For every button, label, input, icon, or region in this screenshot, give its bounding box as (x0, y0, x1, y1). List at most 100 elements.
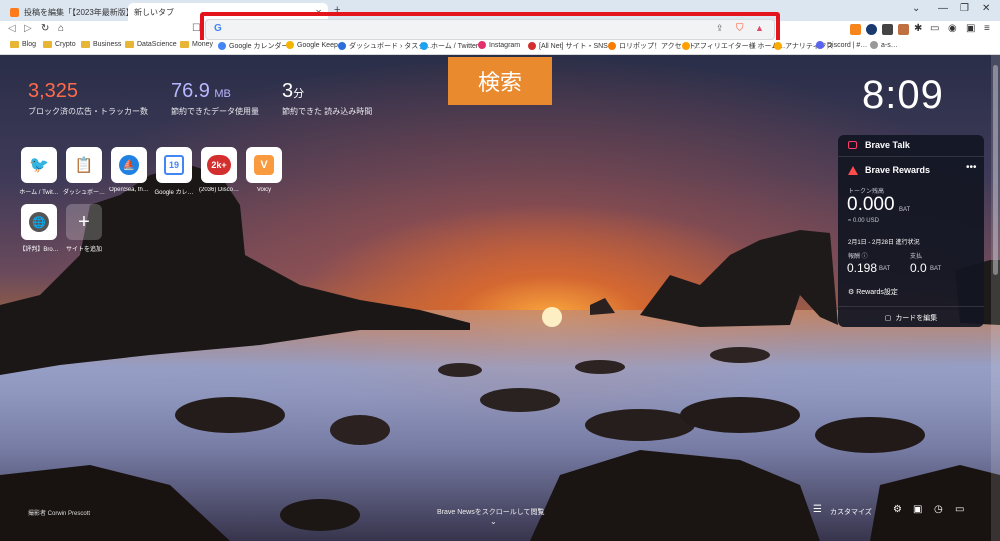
clock: 8:09 (862, 73, 944, 117)
brave-talk-title: Brave Talk (865, 140, 910, 150)
video-camera-icon (848, 141, 857, 149)
forward-button[interactable]: ▷ (24, 23, 32, 34)
sidebar-icon[interactable]: ▭ (930, 23, 939, 34)
top-site-label: 【評判】Bro… (19, 247, 59, 253)
tab-search-icon[interactable]: ⌄ (912, 3, 920, 14)
edit-icon: ▢ (884, 314, 892, 322)
bookmark-folder-datascience[interactable]: DataScience (125, 41, 177, 48)
payout-value: 0.0 (910, 261, 927, 275)
reward-unit: BAT (879, 266, 891, 272)
customize-button[interactable]: カスタマイズ (830, 507, 872, 517)
scrollbar[interactable] (991, 55, 1000, 541)
search-badge: 検索 (448, 57, 552, 105)
top-site-dashboard[interactable]: 📋 (66, 147, 102, 183)
home-button[interactable]: ⌂ (58, 23, 64, 34)
bookmark-folder-blog[interactable]: Blog (10, 41, 36, 48)
bookmark-allnet[interactable]: [All Net] サイト・SNS… (528, 41, 615, 51)
back-button[interactable]: ◁ (8, 23, 16, 34)
payout-label: 支払 (910, 254, 923, 260)
bookmark-as[interactable]: a-s… (870, 41, 898, 49)
bookmark-google-keep[interactable]: Google Keep (286, 41, 338, 49)
bookmark-google-calendar[interactable]: Google カレンダー (218, 41, 289, 51)
token-balance: 0.000 (847, 194, 895, 215)
bookmark-affiliate[interactable]: アフィリエイター様 ホーム… (682, 41, 785, 51)
tab-edit-post[interactable]: 投稿を編集「【2023年最新版】使うだけで… (4, 3, 128, 21)
shield-ext-icon[interactable] (866, 24, 877, 35)
stat-value: 3,325 (28, 80, 79, 102)
bookmark-instagram[interactable]: Instagram (478, 41, 520, 49)
top-site-review[interactable]: 🌐 (21, 204, 57, 240)
top-site-discord[interactable]: 2k+ (201, 147, 237, 183)
widget-cards: Brave Talk Brave Rewards ••• トークン残高 0.00… (838, 135, 984, 327)
bookmark-folder-money[interactable]: Money (180, 41, 213, 48)
more-options-icon[interactable]: ••• (966, 162, 977, 173)
metamask-icon[interactable] (850, 24, 861, 35)
top-site-voicy[interactable]: V (246, 147, 282, 183)
profile-icon[interactable]: ◉ (948, 23, 957, 34)
bookmarks-icon[interactable]: ▣ (913, 504, 922, 515)
opensea-icon: ⛵ (119, 155, 139, 175)
site-icon (870, 41, 878, 49)
twitter-icon (420, 42, 428, 50)
stat-time-saved: 3分 節約できた 読み込み時間 (282, 80, 372, 117)
twitter-icon: 🐦 (29, 157, 49, 174)
stat-value: 3 (282, 80, 294, 102)
brave-news-hint[interactable]: Brave Newsをスクロールして閲覧 (437, 507, 545, 517)
edit-cards-button[interactable]: ▢ カードを編集 (838, 306, 984, 328)
folder-icon (10, 41, 19, 48)
top-site-label: (2036) Disco… (198, 187, 239, 193)
folder-icon (43, 41, 52, 48)
minimize-button[interactable]: — (938, 3, 948, 14)
tab-title: 新しいタブ (134, 7, 174, 17)
voicy-icon: V (254, 155, 274, 175)
top-site-label: ダッシュボー… (62, 190, 105, 196)
top-site-label: OpenSea, th… (109, 187, 149, 193)
bookmark-discord[interactable]: Discord | #… (816, 41, 867, 49)
add-icon: + (78, 210, 90, 233)
payout-unit: BAT (930, 266, 942, 272)
stat-unit: MB (214, 88, 231, 100)
top-site-label: サイトを追加 (65, 247, 102, 253)
globe-icon: 🌐 (29, 212, 49, 232)
bookmark-twitter[interactable]: ホーム / Twitter (420, 41, 478, 51)
extension-icon[interactable] (882, 24, 893, 35)
wallet-icon[interactable]: ▣ (966, 23, 975, 34)
maximize-button[interactable]: ❐ (960, 3, 969, 14)
top-site-label: ホーム / Twit… (19, 190, 59, 196)
folder-icon (180, 41, 189, 48)
bookmark-folder-business[interactable]: Business (81, 41, 121, 48)
settings-icon[interactable]: ⚙ (893, 504, 902, 515)
rewards-settings-link[interactable]: ⚙ Rewards設定 (848, 287, 898, 297)
scrollbar-thumb[interactable] (993, 65, 998, 275)
top-site-label: Google カレ… (154, 190, 194, 196)
top-site-opensea[interactable]: ⛵ (111, 147, 147, 183)
chevron-down-icon[interactable]: ⌄ (490, 517, 497, 526)
allnet-icon (528, 42, 536, 50)
stat-bandwidth-saved: 76.9 MB 節約できたデータ使用量 (171, 80, 259, 117)
top-site-twitter[interactable]: 🐦 (21, 147, 57, 183)
reload-button[interactable]: ↻ (41, 23, 49, 34)
folder-icon (125, 41, 134, 48)
pocket-icon[interactable] (898, 24, 909, 35)
customize-icon[interactable]: ☰ (813, 504, 822, 515)
calendar-icon (218, 42, 226, 50)
brave-rewards-title: Brave Rewards (865, 165, 931, 175)
token-usd: ≈ 0.00 USD (848, 218, 879, 224)
analytics-icon (774, 42, 782, 50)
tab-favicon (10, 7, 19, 17)
discord-icon: 2k+ (207, 155, 231, 175)
close-window-button[interactable]: ✕ (982, 3, 990, 14)
add-site-button[interactable]: + (66, 204, 102, 240)
bookmark-folder-crypto[interactable]: Crypto (43, 41, 76, 48)
puzzle-icon[interactable]: ✱ (914, 23, 922, 34)
history-icon[interactable]: ◷ (934, 504, 943, 515)
top-site-label: Voicy (256, 187, 272, 193)
brave-talk-card[interactable]: Brave Talk (838, 135, 984, 157)
brave-talk-icon[interactable]: ▭ (955, 504, 964, 515)
top-site-google-calendar[interactable]: 19 (156, 147, 192, 183)
menu-icon[interactable]: ≡ (984, 23, 990, 34)
stat-label: ブロック済の広告・トラッカー数 (28, 107, 148, 116)
bookmark-dashboard[interactable]: ダッシュボード › タスク… (338, 41, 432, 51)
calendar-icon: 19 (164, 155, 184, 175)
stat-label: 節約できたデータ使用量 (171, 107, 259, 116)
